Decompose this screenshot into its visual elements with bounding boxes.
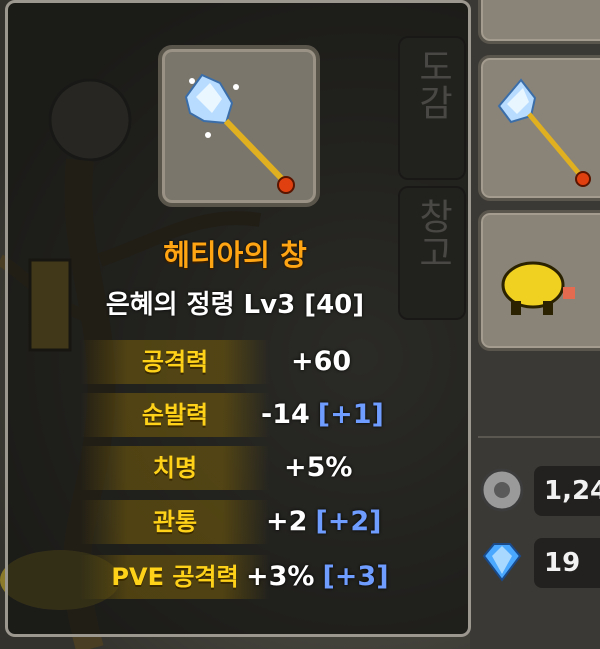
equipment-slot-weapon[interactable] [478, 55, 600, 201]
stat-label: 공격력 [80, 340, 270, 384]
stat-label: 관통 [80, 500, 270, 544]
equipment-slot-pet[interactable] [478, 210, 600, 351]
stat-base-value: +5% [284, 452, 353, 483]
stat-row-pve-attack: PVE 공격력 +3% [+3] [80, 555, 460, 603]
ice-spear-icon [184, 73, 295, 194]
item-name: 헤티아의 창 [163, 238, 307, 272]
stat-base-value: -14 [261, 399, 310, 430]
stat-label: 순발력 [80, 393, 270, 437]
stat-bonus-value: [+2] [315, 506, 382, 537]
stat-base-value: +60 [291, 346, 352, 377]
stat-label: PVE 공격력 [80, 555, 270, 599]
stat-row-penetration: 관통 +2 [+2] [80, 500, 460, 548]
stat-base-value: +3% [246, 561, 315, 592]
spear-icon [497, 78, 591, 187]
equipment-slot-top[interactable] [478, 0, 600, 44]
golden-pig-icon [501, 261, 575, 315]
stat-value: +5% [284, 446, 352, 490]
gear-amount: 1,24 [534, 466, 600, 516]
gem-currency-row: 19 [478, 538, 600, 592]
gem-amount: 19 [534, 538, 600, 588]
gear-coin-icon [480, 468, 524, 512]
stat-row-agility: 순발력 -14 [+1] [80, 393, 460, 441]
stat-row-critical: 치명 +5% [80, 446, 460, 494]
panel-divider [478, 436, 600, 438]
stat-value: +3% [+3] [246, 555, 389, 599]
enchant-line: 은혜의 정령 Lv3 [40] [105, 290, 365, 320]
stat-value: +60 [291, 340, 351, 384]
stat-base-value: +2 [266, 506, 308, 537]
stat-value: -14 [+1] [261, 393, 384, 437]
stat-value: +2 [+2] [266, 500, 382, 544]
gear-currency-row: 1,24 [478, 466, 600, 520]
diamond-icon [482, 543, 522, 582]
stat-bonus-value: [+3] [322, 561, 389, 592]
stat-bonus-value: [+1] [317, 399, 384, 430]
item-icon-frame [158, 45, 320, 207]
stat-row-attack: 공격력 +60 [80, 340, 460, 388]
stat-label: 치명 [80, 446, 270, 490]
